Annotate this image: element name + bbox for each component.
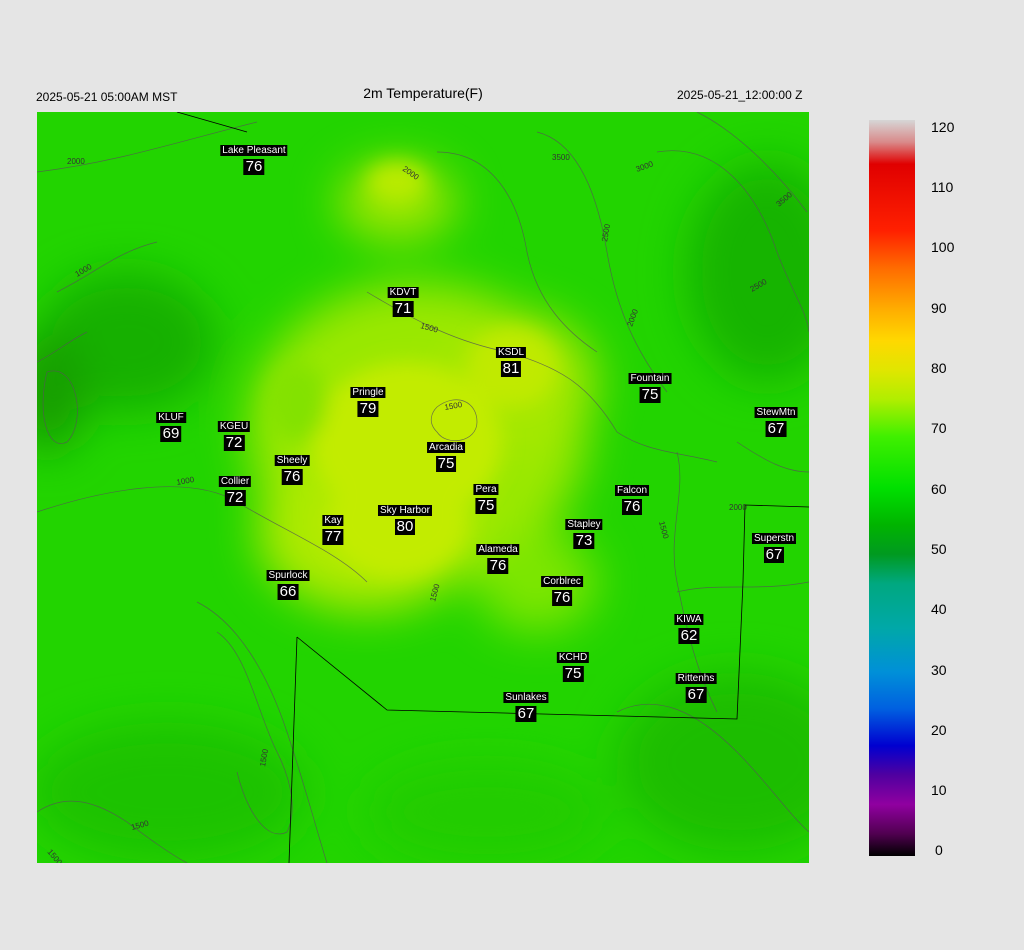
contour-label: 2000 bbox=[67, 157, 85, 166]
station-fountain: Fountain 75 bbox=[628, 373, 672, 403]
station-arcadia: Arcadia 75 bbox=[427, 442, 465, 472]
colorbar-tick: 70 bbox=[931, 420, 947, 436]
station-alameda: Alameda 76 bbox=[476, 544, 520, 574]
colorbar-tick: 30 bbox=[931, 662, 947, 678]
colorbar-tick: 0 bbox=[935, 842, 943, 858]
colorbar-tick: 90 bbox=[931, 300, 947, 316]
station-pringle: Pringle 79 bbox=[350, 387, 386, 417]
colorbar-tick: 40 bbox=[931, 601, 947, 617]
station-sheely: Sheely 76 bbox=[274, 455, 310, 485]
colorbar-tick: 50 bbox=[931, 541, 947, 557]
station-collier: Collier 72 bbox=[218, 476, 252, 506]
station-sky-harbor: Sky Harbor 80 bbox=[377, 505, 433, 535]
colorbar-tick: 20 bbox=[931, 722, 947, 738]
station-superstn: Superstn 67 bbox=[751, 533, 797, 563]
station-falcon: Falcon 76 bbox=[614, 485, 650, 515]
station-kchd: KCHD 75 bbox=[556, 652, 590, 682]
colorbar-tick: 100 bbox=[931, 239, 955, 255]
station-corblrec: Corblrec 76 bbox=[541, 576, 583, 606]
station-kdvt: KDVT 71 bbox=[387, 287, 419, 317]
temperature-field: 2000 2000 3500 3000 3500 2500 2000 2500 … bbox=[37, 112, 809, 863]
station-kiwa: KIWA 62 bbox=[674, 614, 704, 644]
station-kay: Kay 77 bbox=[322, 515, 344, 545]
contour-label: 3500 bbox=[552, 153, 570, 162]
station-kluf: KLUF 69 bbox=[156, 412, 186, 442]
station-stapley: Stapley 73 bbox=[565, 519, 603, 549]
station-rittenhs: Rittenhs 67 bbox=[675, 673, 717, 703]
colorbar-tick: 80 bbox=[931, 360, 947, 376]
contour-label: 2000 bbox=[729, 503, 747, 512]
station-spurlock: Spurlock 66 bbox=[266, 570, 310, 600]
temperature-colorbar bbox=[869, 120, 915, 856]
station-kgeu: KGEU 72 bbox=[217, 421, 251, 451]
utc-time: 2025-05-21_12:00:00 Z bbox=[677, 88, 803, 102]
station-pera: Pera 75 bbox=[473, 484, 499, 514]
station-stewmtn: StewMtn 67 bbox=[754, 407, 798, 437]
station-ksdl: KSDL 81 bbox=[495, 347, 527, 377]
colorbar-tick: 110 bbox=[931, 179, 954, 195]
station-sunlakes: Sunlakes 67 bbox=[503, 692, 549, 722]
station-lake-pleasant: Lake Pleasant 76 bbox=[220, 145, 288, 175]
temperature-map: 2000 2000 3500 3000 3500 2500 2000 2500 … bbox=[37, 112, 809, 863]
colorbar-tick: 10 bbox=[931, 782, 947, 798]
colorbar-tick: 120 bbox=[931, 119, 955, 135]
colorbar-tick: 60 bbox=[931, 481, 947, 497]
